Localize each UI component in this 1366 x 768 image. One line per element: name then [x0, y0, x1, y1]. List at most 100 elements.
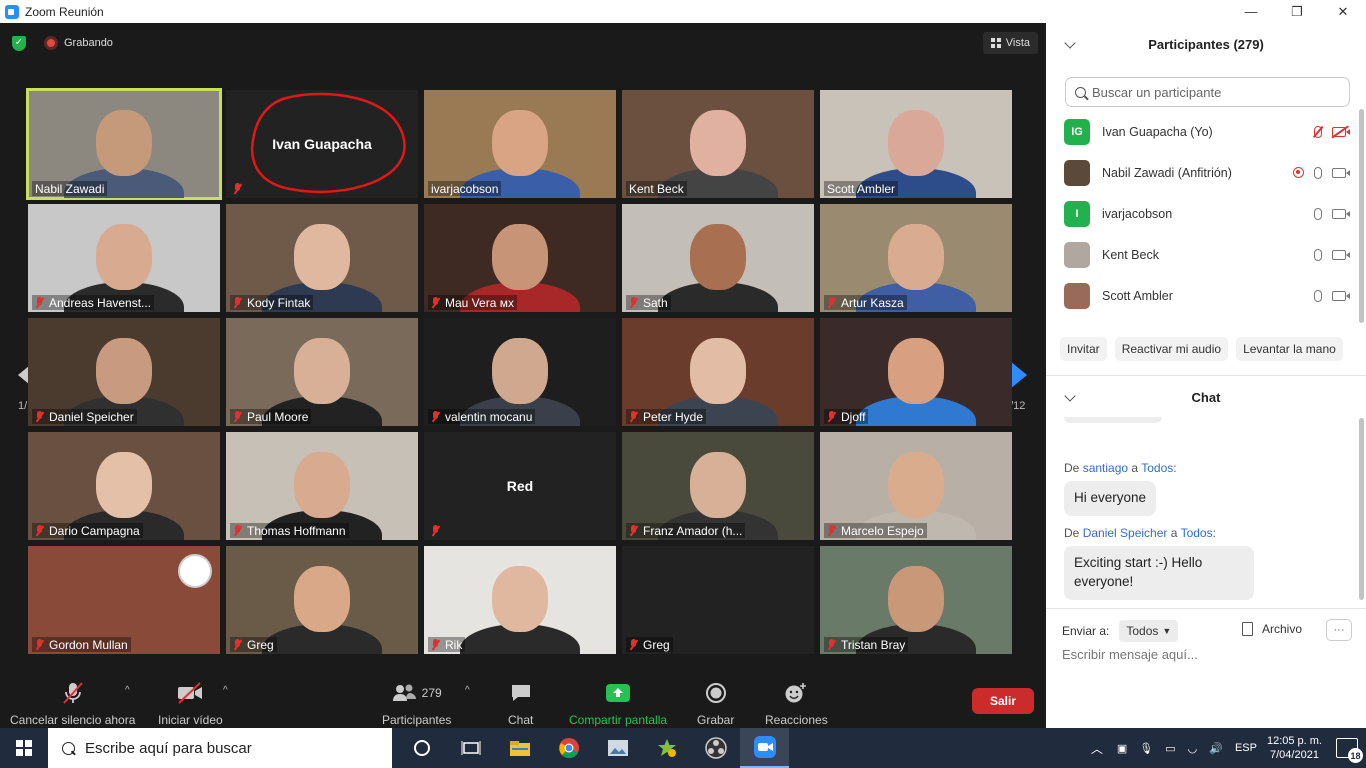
video-tile[interactable]: Kody Fintak — [226, 204, 418, 312]
security-shield-icon[interactable]: ✓ — [12, 36, 26, 51]
tray-mic-icon[interactable]: 🎙 — [1139, 742, 1153, 755]
chat-divider — [1046, 608, 1366, 609]
video-tile[interactable]: Daniel Speicher — [28, 318, 220, 426]
video-tile[interactable]: Franz Amador (h... — [622, 432, 814, 540]
participant-search[interactable] — [1065, 77, 1350, 107]
recording-indicator[interactable]: Grabando — [40, 33, 113, 53]
video-tile[interactable]: ivarjacobson — [424, 90, 616, 198]
video-tile[interactable]: Nabil Zawadi — [26, 88, 222, 200]
participants-options-chevron-icon[interactable]: ^ — [465, 685, 470, 696]
participant-video-face — [690, 110, 746, 176]
language-indicator[interactable]: ESP — [1235, 742, 1257, 754]
start-video-button[interactable]: Iniciar vídeo — [158, 681, 223, 727]
raise-hand-button[interactable]: Levantar la mano — [1236, 337, 1343, 361]
record-button[interactable]: Grabar — [697, 681, 734, 727]
photos-app-icon[interactable] — [593, 728, 642, 768]
starred-app-icon[interactable] — [642, 728, 691, 768]
leave-meeting-button[interactable]: Salir — [972, 688, 1034, 714]
reactions-button[interactable]: Reacciones — [765, 681, 828, 727]
mic-icon — [1314, 166, 1322, 179]
participant-row[interactable]: Nabil Zawadi (Anfitrión) — [1046, 152, 1366, 193]
participant-search-input[interactable] — [1092, 84, 1332, 100]
chat-scrollbar[interactable] — [1359, 418, 1364, 600]
view-button[interactable]: Vista — [982, 32, 1038, 54]
tray-volume-icon[interactable]: 🔊 — [1209, 742, 1223, 755]
task-view-icon[interactable] — [446, 728, 495, 768]
file-button[interactable]: Archivo — [1242, 622, 1302, 636]
participant-row[interactable]: IG Ivan Guapacha (Yo) — [1046, 111, 1366, 152]
video-tile[interactable]: Gordon Mullan — [28, 546, 220, 654]
zoom-taskbar-icon[interactable] — [740, 728, 789, 768]
send-to-dropdown[interactable]: Todos ▼ — [1119, 620, 1179, 642]
audio-options-chevron-icon[interactable]: ^ — [125, 685, 130, 696]
chrome-icon[interactable] — [544, 728, 593, 768]
tile-name-tag: Dario Campagna — [32, 523, 143, 538]
participant-name: Dario Campagna — [49, 523, 140, 538]
chat-header-to[interactable]: Todos — [1181, 526, 1213, 540]
video-tile[interactable]: Kent Beck — [622, 90, 814, 198]
invite-button[interactable]: Invitar — [1060, 337, 1107, 361]
chat-message-box[interactable] — [1062, 647, 1342, 673]
participant-name: Tristan Bray — [841, 637, 906, 652]
taskbar-search[interactable]: Escribe aquí para buscar — [48, 728, 392, 768]
participant-video-face — [888, 224, 944, 290]
participant-row[interactable]: Scott Ambler — [1046, 275, 1366, 316]
video-tile[interactable]: Tristan Bray — [820, 546, 1012, 654]
participant-name: Scott Ambler — [1102, 288, 1173, 303]
notifications-icon[interactable]: 18 — [1336, 738, 1363, 763]
chat-header-from[interactable]: Daniel Speicher — [1083, 526, 1168, 540]
participant-status-icons — [1293, 166, 1350, 179]
tray-expand-chevron-icon[interactable]: ︿ — [1091, 740, 1103, 757]
start-button[interactable] — [0, 728, 48, 768]
video-options-chevron-icon[interactable]: ^ — [223, 685, 228, 696]
mic-muted-icon — [827, 297, 837, 308]
video-tile[interactable]: valentin mocanu — [424, 318, 616, 426]
file-explorer-icon[interactable] — [495, 728, 544, 768]
chat-button[interactable]: Chat — [508, 681, 533, 727]
tile-name-tag: valentin mocanu — [428, 409, 536, 424]
taskbar-clock[interactable]: 12:05 p. m. 7/04/2021 — [1267, 734, 1322, 762]
more-options-button[interactable]: ··· — [1326, 619, 1352, 641]
video-tile[interactable]: Scott Ambler — [820, 90, 1012, 198]
participants-button[interactable]: 279 Participantes — [382, 681, 451, 727]
video-tile[interactable]: Mau Vera ᴍx — [424, 204, 616, 312]
video-tile[interactable]: Rik — [424, 546, 616, 654]
tray-battery-icon[interactable]: ▭ — [1165, 742, 1175, 755]
maximize-button[interactable]: ❐ — [1274, 0, 1320, 23]
video-tile[interactable]: Djoff — [820, 318, 1012, 426]
minimize-button[interactable]: — — [1228, 0, 1274, 23]
video-tile[interactable]: Dario Campagna — [28, 432, 220, 540]
video-tile[interactable]: Artur Kasza — [820, 204, 1012, 312]
video-tile[interactable]: Thomas Hoffmann — [226, 432, 418, 540]
reactivate-audio-button[interactable]: Reactivar mi audio — [1114, 337, 1229, 361]
video-tile[interactable]: Peter Hyde — [622, 318, 814, 426]
mic-muted-icon — [431, 411, 441, 422]
obs-studio-icon[interactable] — [691, 728, 740, 768]
participant-name: Peter Hyde — [643, 409, 704, 424]
chat-collapse-chevron-icon[interactable] — [1064, 390, 1076, 402]
participant-status-icons — [1314, 207, 1350, 220]
video-tile[interactable]: Sath — [622, 204, 814, 312]
tile-name-tag: Kent Beck — [626, 181, 687, 196]
video-tile[interactable]: Ivan Guapacha — [226, 90, 418, 198]
chat-header-to[interactable]: Todos — [1141, 461, 1173, 475]
cortana-icon[interactable] — [397, 728, 446, 768]
collapse-chevron-icon[interactable] — [1064, 37, 1076, 49]
share-screen-button[interactable]: Compartir pantalla — [569, 681, 667, 727]
participant-name: Franz Amador (h... — [643, 523, 743, 538]
video-tile[interactable]: Greg — [226, 546, 418, 654]
close-button[interactable]: ✕ — [1320, 0, 1366, 23]
video-tile[interactable]: Greg — [622, 546, 814, 654]
chat-header-from[interactable]: santiago — [1083, 461, 1128, 475]
chat-message-input[interactable] — [1062, 647, 1342, 662]
tray-webcam-icon[interactable]: ▣ — [1117, 742, 1127, 755]
video-tile[interactable]: Paul Moore — [226, 318, 418, 426]
chat-header: Chat — [1046, 376, 1366, 418]
tray-network-icon[interactable]: ◡ — [1188, 742, 1198, 755]
unmute-button[interactable]: Cancelar silencio ahora — [10, 681, 135, 727]
video-tile[interactable]: Marcelo Espejo — [820, 432, 1012, 540]
participant-row[interactable]: Iivarjacobson — [1046, 193, 1366, 234]
video-tile[interactable]: Andreas Havenst... — [28, 204, 220, 312]
participant-row[interactable]: Kent Beck — [1046, 234, 1366, 275]
video-tile[interactable]: Red — [424, 432, 616, 540]
